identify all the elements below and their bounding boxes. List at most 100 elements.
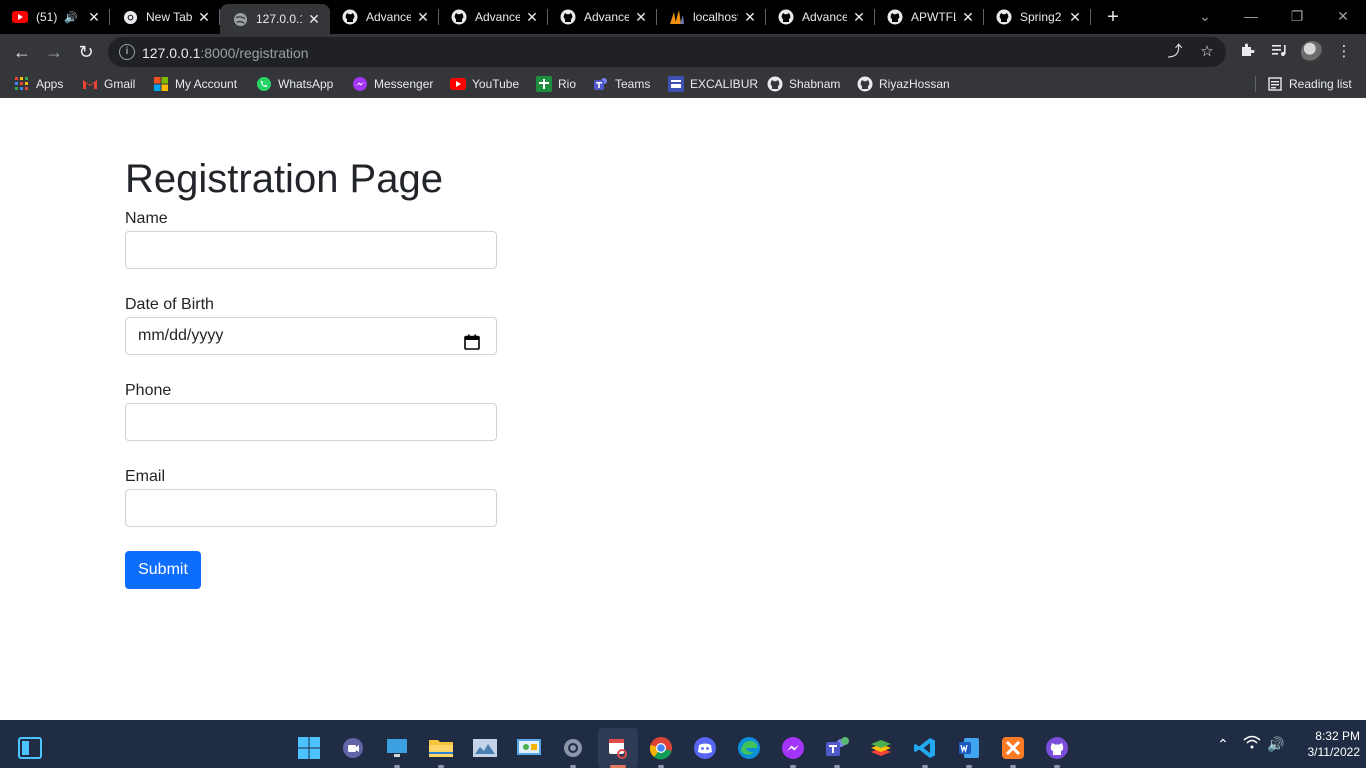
messenger-icon[interactable] [773, 728, 813, 768]
submit-button[interactable]: Submit [125, 551, 201, 589]
chevron-up-icon[interactable]: ⌃ [1214, 734, 1232, 754]
tab-github-4[interactable]: Advance ✕ [766, 0, 875, 34]
phone-input[interactable] [125, 403, 497, 441]
close-icon[interactable]: ✕ [742, 9, 758, 25]
address-url[interactable]: 127.0.0.1:8000/registration [142, 45, 309, 61]
github-icon [778, 9, 794, 25]
task-view-icon[interactable] [10, 728, 50, 768]
bookmark-star-icon[interactable]: ☆ [1198, 43, 1216, 61]
bookmark-whatsapp[interactable]: WhatsApp [256, 75, 333, 93]
close-icon[interactable]: ✕ [524, 9, 540, 25]
tab-title: localhost [693, 10, 738, 24]
bookmark-teams[interactable]: Teams [593, 75, 650, 93]
page-title: Registration Page [125, 157, 443, 201]
github-desktop-icon[interactable] [1037, 728, 1077, 768]
tab-phpmyadmin[interactable]: localhost ✕ [657, 0, 766, 34]
close-icon[interactable]: ✕ [306, 11, 322, 27]
address-bar[interactable]: i 127.0.0.1:8000/registration ⤴ ☆ [108, 37, 1226, 67]
close-icon[interactable]: ✕ [415, 9, 431, 25]
teams-chat-icon[interactable] [333, 728, 373, 768]
tab-search-chevron-icon[interactable]: ⌄ [1182, 0, 1228, 34]
edge-icon[interactable] [729, 728, 769, 768]
bookmark-label: YouTube [472, 77, 520, 91]
desktop-icon[interactable] [377, 728, 417, 768]
tab-title: APWTFL [911, 10, 956, 24]
tab-title: Advance [802, 10, 847, 24]
bookmark-rio[interactable]: Rio [536, 75, 576, 93]
bookmark-messenger[interactable]: Messenger [352, 75, 433, 93]
excalibur-icon [668, 76, 684, 92]
bookmark-excalibur[interactable]: EXCALIBUR [668, 75, 758, 93]
xampp-icon[interactable] [993, 728, 1033, 768]
dob-placeholder: mm/dd/yyyy [138, 327, 224, 344]
bookmark-gmail[interactable]: Gmail [82, 75, 135, 93]
gmail-icon [82, 76, 98, 92]
vscode-icon[interactable] [905, 728, 945, 768]
bookmark-my-account[interactable]: My Account [153, 75, 237, 93]
restore-button[interactable]: ❐ [1274, 0, 1320, 34]
extensions-puzzle-icon[interactable] [1237, 42, 1257, 62]
windows-taskbar: ⌃ 🔊 8:32 PM 3/11/2022 [0, 720, 1366, 768]
control-panel-icon[interactable] [509, 728, 549, 768]
bookmark-riyazhossan[interactable]: RiyazHossan [857, 75, 950, 93]
name-input[interactable] [125, 231, 497, 269]
calendar-icon[interactable] [464, 328, 480, 350]
site-info-icon[interactable]: i [119, 44, 135, 60]
close-icon[interactable]: ✕ [86, 9, 102, 25]
close-icon[interactable]: ✕ [196, 9, 212, 25]
start-icon[interactable] [289, 728, 329, 768]
tab-github-3[interactable]: Advance ✕ [548, 0, 657, 34]
github-icon [857, 76, 873, 92]
wifi-icon[interactable] [1242, 734, 1262, 754]
tab-youtube[interactable]: (51) 🔊 ✕ [0, 0, 110, 34]
photos-icon[interactable] [465, 728, 505, 768]
close-icon[interactable]: ✕ [851, 9, 867, 25]
dob-input[interactable]: mm/dd/yyyy [125, 317, 497, 355]
share-icon[interactable]: ⤴ [1166, 43, 1184, 61]
teams-icon[interactable] [817, 728, 857, 768]
tab-title: (51) [36, 10, 58, 24]
media-playlist-icon[interactable] [1269, 42, 1289, 62]
tab-registration[interactable]: 127.0.0.1 ✕ [220, 4, 330, 34]
bookmark-apps[interactable]: Apps [14, 75, 63, 93]
system-clock[interactable]: 8:32 PM 3/11/2022 [1290, 728, 1361, 760]
discord-icon[interactable] [685, 728, 725, 768]
tab-title: Spring2 [1020, 10, 1062, 24]
forward-arrow-icon[interactable]: → [40, 38, 68, 66]
snipping-tool-icon[interactable] [598, 728, 638, 768]
github-icon [996, 9, 1012, 25]
tab-title: Advance [475, 10, 520, 24]
whatsapp-icon [256, 76, 272, 92]
close-icon[interactable]: ✕ [1067, 9, 1083, 25]
tab-new-tab[interactable]: New Tab ✕ [110, 0, 220, 34]
speaker-icon[interactable]: 🔊 [64, 11, 78, 24]
volume-icon[interactable]: 🔊 [1266, 734, 1286, 754]
profile-avatar[interactable] [1301, 41, 1323, 63]
minimize-button[interactable]: — [1228, 0, 1274, 34]
bookmarks-separator [1255, 76, 1256, 92]
bookmark-youtube[interactable]: YouTube [450, 75, 519, 93]
close-window-button[interactable]: ✕ [1320, 0, 1366, 34]
file-explorer-icon[interactable] [421, 728, 461, 768]
bookmark-shabnam[interactable]: Shabnam [767, 75, 840, 93]
tab-github-5[interactable]: APWTFL ✕ [875, 0, 984, 34]
tab-github-2[interactable]: Advance ✕ [439, 0, 548, 34]
back-arrow-icon[interactable]: ← [8, 38, 36, 66]
settings-icon[interactable] [553, 728, 593, 768]
close-icon[interactable]: ✕ [633, 9, 649, 25]
reading-list-button[interactable]: Reading list [1267, 75, 1352, 93]
chrome-icon[interactable] [641, 728, 681, 768]
tab-github-1[interactable]: Advance ✕ [330, 0, 439, 34]
more-menu-icon[interactable]: ⋮ [1334, 42, 1354, 62]
reload-icon[interactable]: ↻ [72, 38, 100, 66]
phone-label: Phone [125, 382, 172, 399]
apps-grid-icon [14, 76, 30, 92]
bluestacks-icon[interactable] [861, 728, 901, 768]
email-input[interactable] [125, 489, 497, 527]
word-icon[interactable] [949, 728, 989, 768]
close-icon[interactable]: ✕ [960, 9, 976, 25]
new-tab-button[interactable]: + [1099, 3, 1127, 31]
tab-github-6[interactable]: Spring2 ✕ [984, 0, 1091, 34]
name-label: Name [125, 210, 168, 227]
github-icon [887, 9, 903, 25]
